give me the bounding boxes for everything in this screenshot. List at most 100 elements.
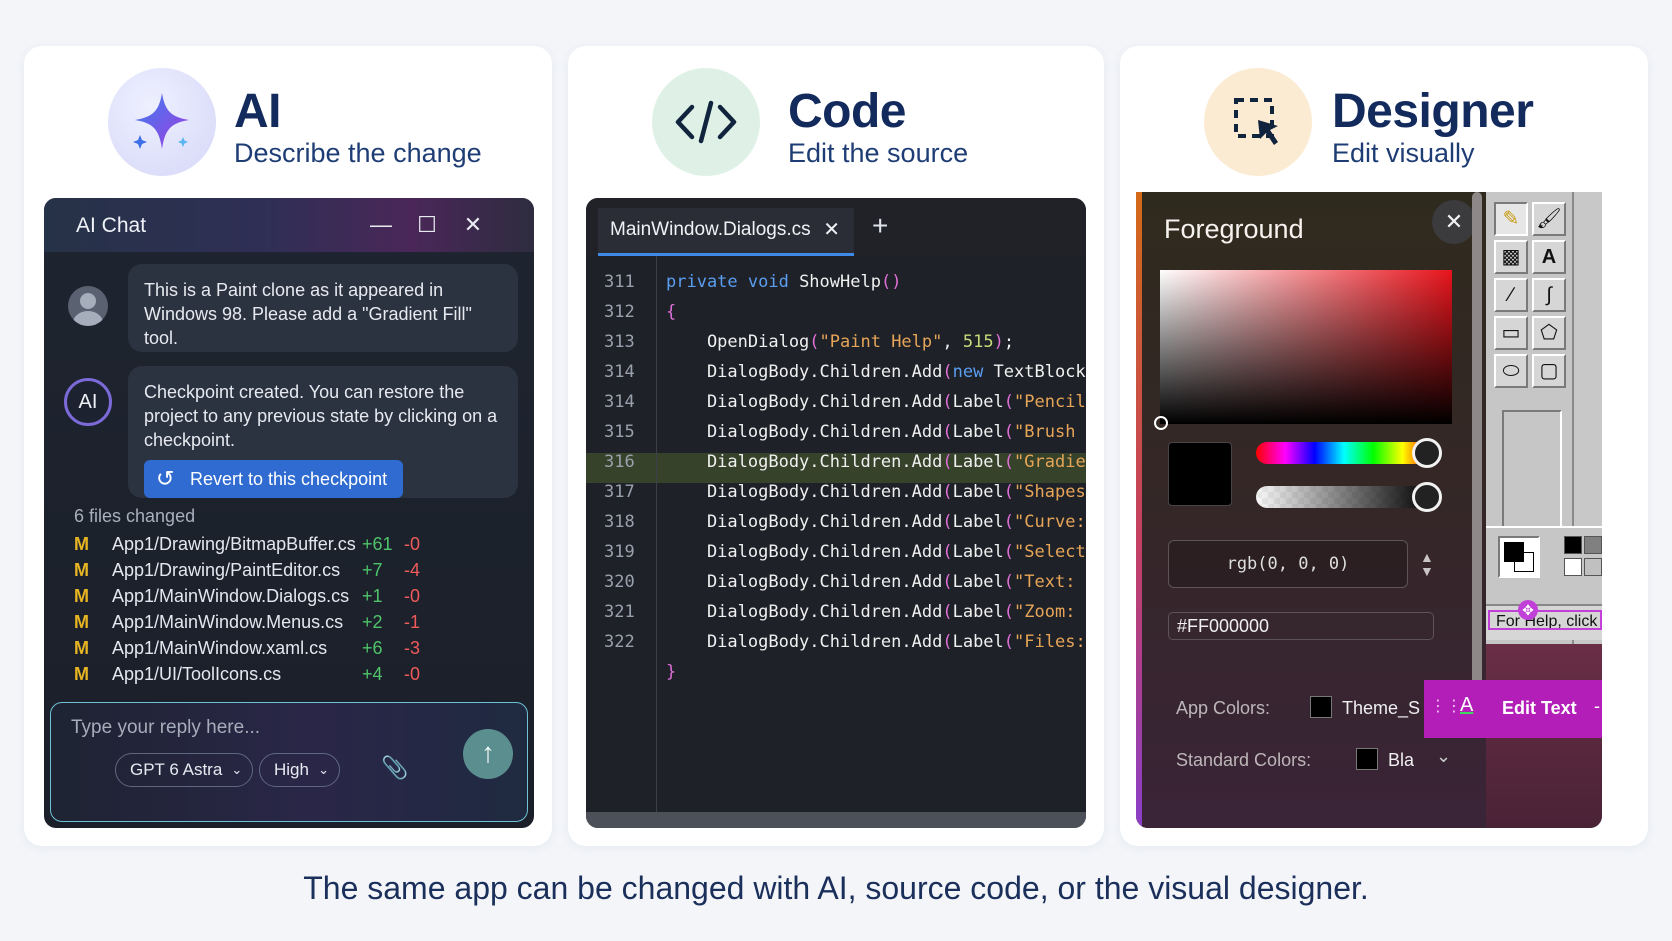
palette-white[interactable] [1564,558,1582,576]
chevron-up-icon[interactable]: ▲ [1420,550,1434,564]
rectangle-tool-icon[interactable]: ▭ [1494,316,1528,350]
airbrush-tool-icon[interactable]: ▩ [1494,240,1528,274]
brush-tool-icon[interactable]: 🖌 [1532,202,1566,236]
code-token: ( [1003,392,1015,412]
palette-silver[interactable] [1584,558,1602,576]
pencil-tool-icon[interactable]: ✎ [1494,202,1528,236]
format-stepper[interactable]: ▲ ▼ [1420,550,1434,578]
attach-icon[interactable]: 📎 [381,755,408,781]
code-token: ( [942,572,953,592]
chevron-down-icon[interactable]: ▼ [1420,564,1434,578]
code-line[interactable]: DialogBody.Children.Add(Label("Files: c [666,632,1086,652]
close-icon[interactable]: ✕ [823,208,840,252]
maximize-icon[interactable]: ☐ [414,212,440,238]
alpha-slider-handle[interactable] [1412,482,1442,512]
modified-badge: M [74,560,89,580]
line-number: 320 [604,572,635,592]
lines-added: +4 [362,664,383,684]
line-tool-icon[interactable]: ∕ [1494,278,1528,312]
code-token: TextBlock [993,362,1086,382]
code-token: private void [666,272,800,292]
lines-added: +1 [362,586,383,606]
code-line[interactable]: { [666,302,676,322]
reply-input[interactable]: Type your reply here... [71,717,260,739]
ellipse-tool-icon[interactable]: ⬭ [1494,354,1528,388]
text-tool-icon[interactable]: A [1532,240,1566,274]
alpha-slider[interactable] [1256,482,1442,512]
close-icon[interactable]: ✕ [460,212,486,238]
line-number: 322 [604,632,635,652]
ai-chat-window: AI Chat — ☐ ✕ This is a Paint clone as i… [44,198,534,828]
palette-black[interactable] [1564,536,1582,554]
file-row[interactable]: M App1/Drawing/BitmapBuffer.cs +61 -0 [74,534,514,560]
tool-options-box[interactable] [1502,410,1562,528]
file-row[interactable]: M App1/MainWindow.Menus.cs +2 -1 [74,612,514,638]
code-line[interactable]: DialogBody.Children.Add(Label("Pencil, [666,392,1086,412]
file-row[interactable]: M App1/UI/ToolIcons.cs +4 -0 [74,664,514,690]
tab-mainwindow-dialogs[interactable]: MainWindow.Dialogs.cs ✕ [598,208,854,256]
app-colors-value[interactable]: Theme_S [1342,698,1420,719]
edit-text-toolbar[interactable]: ⋮⋮ A Edit Text - [1424,680,1602,738]
chevron-down-icon[interactable]: ⌄ [1436,746,1451,767]
rgb-field[interactable]: rgb(0, 0, 0) [1168,540,1408,588]
move-icon[interactable]: ✥ [1518,600,1538,620]
app-color-swatch[interactable] [1310,696,1332,718]
lines-removed: -0 [404,534,421,554]
close-icon[interactable]: ✕ [1432,200,1476,244]
code-token: ) [993,332,1004,352]
code-line[interactable]: DialogBody.Children.Add(Label("Zoom: us [666,602,1086,622]
code-line[interactable]: DialogBody.Children.Add(Label("Select c [666,542,1086,562]
file-row[interactable]: M App1/Drawing/PaintEditor.cs +7 -4 [74,560,514,586]
minimize-icon[interactable]: — [368,212,394,238]
rounded-rect-tool-icon[interactable]: ▢ [1532,354,1566,388]
new-tab-icon[interactable]: + [872,210,888,242]
code-line[interactable]: DialogBody.Children.Add(Label("Text: dr [666,572,1086,592]
code-token: "Select c [1014,542,1086,562]
drag-handle-icon[interactable]: ⋮⋮ [1430,696,1462,716]
edit-text-label: Edit Text [1502,698,1577,718]
file-row[interactable]: M App1/MainWindow.Dialogs.cs +1 -0 [74,586,514,612]
code-token: DialogBody.Children.Add [666,572,943,592]
horizontal-scrollbar[interactable] [586,812,1086,828]
code-token: ( [1003,572,1015,592]
code-line[interactable]: DialogBody.Children.Add(Label("Gradient [666,452,1086,472]
code-line[interactable]: DialogBody.Children.Add(Label("Shapes: [666,482,1086,502]
code-line[interactable]: OpenDialog("Paint Help", 515); [666,332,1014,352]
code-line[interactable]: DialogBody.Children.Add(Label("Brush a [666,422,1086,442]
code-token: ( [942,632,953,652]
designer-subtitle: Edit visually [1332,138,1475,168]
hue-slider[interactable] [1256,438,1442,468]
code-token: DialogBody.Children.Add [666,422,943,442]
code-badge [652,68,760,176]
curve-tool-icon[interactable]: ∫ [1532,278,1566,312]
revert-checkpoint-button[interactable]: ↺ Revert to this checkpoint [144,460,404,498]
palette-gray[interactable] [1584,536,1602,554]
fg-bg-color-indicator[interactable] [1498,536,1540,578]
code-line[interactable]: } [666,662,676,682]
window-titlebar: AI Chat — ☐ ✕ [44,198,534,252]
code-line[interactable]: DialogBody.Children.Add(new TextBlock [666,362,1086,382]
ai-card: AI Describe the change AI Chat — ☐ ✕ Thi… [24,46,552,846]
sv-handle[interactable] [1154,416,1168,430]
code-token: ( [942,392,953,412]
hex-input[interactable]: #FF000000 [1168,612,1434,640]
chevron-down-icon: ⌄ [231,762,243,777]
code-line[interactable]: private void ShowHelp() [666,272,901,292]
code-token: DialogBody.Children.Add [666,632,943,652]
select-cursor-icon [1234,98,1278,145]
file-row[interactable]: M App1/MainWindow.xaml.cs +6 -3 [74,638,514,664]
code-token: ( [942,452,953,472]
send-button[interactable]: ↑ [463,729,513,779]
saturation-value-area[interactable] [1154,270,1452,430]
hue-slider-handle[interactable] [1412,438,1442,468]
code-token: ( [1003,482,1015,502]
panel-scrollbar[interactable] [1472,192,1482,738]
effort-select[interactable]: High ⌄ [259,753,340,787]
standard-colors-label: Standard Colors: [1176,750,1312,770]
model-select[interactable]: GPT 6 Astra ⌄ [115,753,254,787]
standard-colors-value[interactable]: Bla [1388,750,1414,771]
more-icon[interactable]: - [1594,696,1600,717]
standard-color-swatch[interactable] [1356,748,1378,770]
code-line[interactable]: DialogBody.Children.Add(Label("Curve: c [666,512,1086,532]
polygon-tool-icon[interactable]: ⬠ [1532,316,1566,350]
